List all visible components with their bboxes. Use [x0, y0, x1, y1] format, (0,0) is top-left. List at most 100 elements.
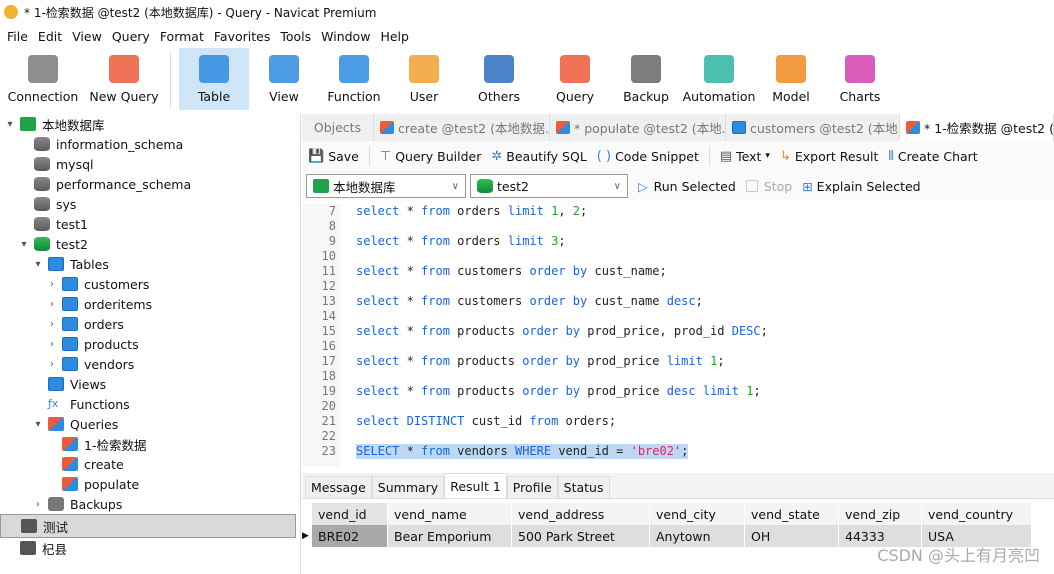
database-select[interactable]: test2 ∨ — [470, 174, 628, 198]
menu-view[interactable]: View — [67, 29, 107, 44]
tab-0[interactable]: Objects — [302, 114, 374, 141]
expand-arrow-icon[interactable]: › — [46, 299, 58, 310]
column-header-vend_name[interactable]: vend_name — [388, 503, 512, 525]
result-tab-result-1[interactable]: Result 1 — [444, 473, 507, 498]
save-button[interactable]: 💾 Save — [308, 149, 359, 164]
run-selected-button[interactable]: ▷ Run Selected — [638, 179, 736, 194]
document-tabs: Objects create @test2 (本地数据... * populate … — [302, 114, 1054, 141]
tree-item-Tables[interactable]: ▾ Tables — [0, 254, 300, 274]
result-tab-status[interactable]: Status — [557, 476, 610, 498]
tree-item-Views[interactable]: Views — [0, 374, 300, 394]
tree-item-products[interactable]: › products — [0, 334, 300, 354]
table-cell[interactable]: Bear Emporium — [388, 525, 512, 547]
menu-window[interactable]: Window — [316, 29, 375, 44]
result-tab-summary[interactable]: Summary — [371, 476, 445, 498]
toolbar-automation-button[interactable]: Automation — [681, 48, 757, 110]
tree-item-mysql[interactable]: mysql — [0, 154, 300, 174]
expand-arrow-icon[interactable]: ▾ — [32, 259, 44, 270]
sql-token: by — [565, 354, 581, 368]
menu-file[interactable]: File — [2, 29, 33, 44]
menu-help[interactable]: Help — [375, 29, 414, 44]
toolbar-function-button[interactable]: Function — [319, 48, 389, 110]
toolbar-query-button[interactable]: Query — [539, 48, 611, 110]
table-cell[interactable]: BRE02 — [312, 525, 388, 547]
sql-token: limit — [507, 204, 544, 218]
tree-item-orderitems[interactable]: › orderitems — [0, 294, 300, 314]
expand-arrow-icon[interactable]: ▾ — [32, 419, 44, 430]
toolbar-user-button[interactable]: User — [389, 48, 459, 110]
toolbar-label: User — [409, 89, 439, 104]
column-header-vend_zip[interactable]: vend_zip — [839, 503, 922, 525]
tab-2[interactable]: * populate @test2 (本地... — [550, 114, 726, 141]
tree-item-test1[interactable]: test1 — [0, 214, 300, 234]
table-cell[interactable]: 500 Park Street — [512, 525, 650, 547]
menu-tools[interactable]: Tools — [275, 29, 316, 44]
column-header-vend_state[interactable]: vend_state — [745, 503, 839, 525]
tree-item-Queries[interactable]: ▾ Queries — [0, 414, 300, 434]
tab-3[interactable]: customers @test2 (本地... — [726, 114, 900, 141]
toolbar-model-button[interactable]: Model — [757, 48, 825, 110]
connection-icon — [28, 55, 58, 83]
menu-edit[interactable]: Edit — [33, 29, 67, 44]
tree-item-Backups[interactable]: › Backups — [0, 494, 300, 514]
sql-token: select — [356, 384, 400, 398]
line-number: 11 — [321, 264, 336, 278]
toolbar-connection-button[interactable]: Connection — [0, 48, 86, 110]
column-header-vend_city[interactable]: vend_city — [650, 503, 745, 525]
model-icon — [776, 55, 806, 83]
expand-arrow-icon[interactable]: › — [46, 279, 58, 290]
expand-arrow-icon[interactable]: › — [32, 499, 44, 510]
connection-select[interactable]: 本地数据库 ∨ — [306, 174, 466, 198]
tree-item-测试[interactable]: 测试 — [0, 514, 296, 538]
column-header-vend_country[interactable]: vend_country — [922, 503, 1032, 525]
sql-editor[interactable]: 7 select * from orders limit 1, 2; 8 9 selec… — [302, 204, 1054, 467]
query-builder-button[interactable]: ⊤ Query Builder — [380, 149, 482, 164]
stop-button[interactable]: Stop — [745, 179, 792, 194]
tree-item-populate[interactable]: populate — [0, 474, 300, 494]
menu-favorites[interactable]: Favorites — [209, 29, 275, 44]
text-mode-dropdown[interactable]: ▤ Text ▾ — [720, 149, 770, 164]
tree-item-sys[interactable]: sys — [0, 194, 300, 214]
toolbar-backup-button[interactable]: Backup — [611, 48, 681, 110]
result-tab-message[interactable]: Message — [305, 476, 372, 498]
export-result-button[interactable]: ↳ Export Result — [780, 149, 878, 164]
toolbar-label: Automation — [682, 89, 756, 104]
explain-selected-button[interactable]: ⊞ Explain Selected — [802, 179, 920, 194]
tree-item-Functions[interactable]: ƒx Functions — [0, 394, 300, 414]
toolbar-table-button[interactable]: Table — [179, 48, 249, 110]
tree-item-vendors[interactable]: › vendors — [0, 354, 300, 374]
code-line: 23 SELECT * from vendors WHERE vend_id = … — [302, 444, 1054, 459]
expand-arrow-icon[interactable]: › — [46, 339, 58, 350]
toolbar-view-button[interactable]: View — [249, 48, 319, 110]
title-bar: * 1-检索数据 @test2 (本地数据库) - Query - Navica… — [0, 0, 1054, 24]
tree-item-orders[interactable]: › orders — [0, 314, 300, 334]
menu-format[interactable]: Format — [155, 29, 209, 44]
tree-item-test2[interactable]: ▾ test2 — [0, 234, 300, 254]
expand-arrow-icon[interactable]: › — [46, 359, 58, 370]
beautify-sql-button[interactable]: ✲ Beautify SQL — [491, 149, 586, 164]
tree-item-create[interactable]: create — [0, 454, 300, 474]
table-cell[interactable]: Anytown — [650, 525, 745, 547]
create-chart-button[interactable]: ⫴ Create Chart — [888, 149, 977, 164]
column-header-vend_id[interactable]: vend_id — [312, 503, 388, 525]
line-number: 12 — [321, 279, 336, 293]
toolbar-charts-button[interactable]: Charts — [825, 48, 895, 110]
table-cell[interactable]: OH — [745, 525, 839, 547]
menu-query[interactable]: Query — [107, 29, 155, 44]
expand-arrow-icon[interactable]: ▾ — [4, 119, 16, 130]
tab-4[interactable]: * 1-检索数据 @test2 (本 — [900, 114, 1054, 141]
tab-1[interactable]: create @test2 (本地数据... — [374, 114, 550, 141]
tree-item-information_schema[interactable]: information_schema — [0, 134, 300, 154]
toolbar-others-button[interactable]: Others — [459, 48, 539, 110]
tree-item-本地数据库[interactable]: ▾ 本地数据库 — [0, 114, 300, 134]
column-header-vend_address[interactable]: vend_address — [512, 503, 650, 525]
code-snippet-button[interactable]: ( ) Code Snippet — [597, 149, 699, 164]
result-tab-profile[interactable]: Profile — [506, 476, 558, 498]
tree-item-performance_schema[interactable]: performance_schema — [0, 174, 300, 194]
toolbar-new-query-button[interactable]: New Query — [86, 48, 162, 110]
tree-item-customers[interactable]: › customers — [0, 274, 300, 294]
tree-item-杞县[interactable]: 杞县 — [0, 538, 300, 558]
expand-arrow-icon[interactable]: ▾ — [18, 239, 30, 250]
tree-item-1-检索数据[interactable]: 1-检索数据 — [0, 434, 300, 454]
expand-arrow-icon[interactable]: › — [46, 319, 58, 330]
